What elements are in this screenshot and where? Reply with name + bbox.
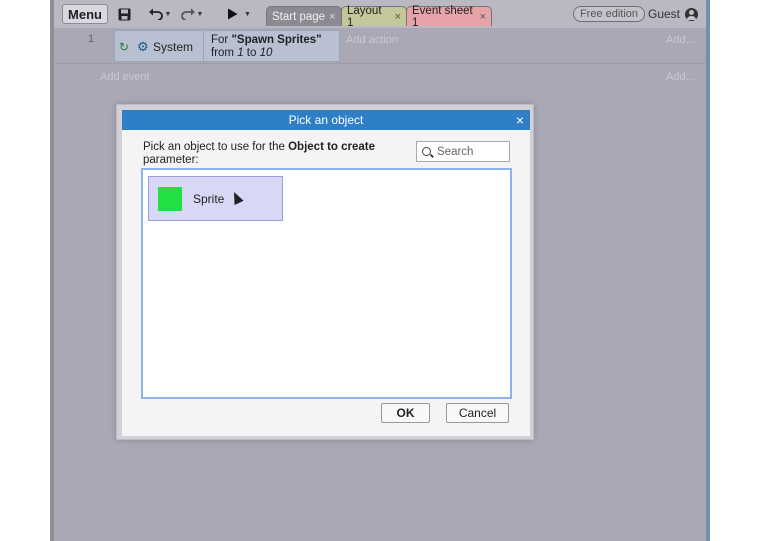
play-icon <box>228 8 238 20</box>
condition-text: For "Spawn Sprites" from 1 to 10 <box>211 34 322 60</box>
condition-to: 10 <box>259 47 273 59</box>
play-button[interactable]: ▼ <box>224 4 254 24</box>
pick-object-dialog: Pick an object × Pick an object to use f… <box>116 104 534 440</box>
event-number: 1 <box>88 33 95 45</box>
event-condition[interactable]: ↻ ⚙ System For "Spawn Sprites" from 1 to… <box>114 30 340 62</box>
dialog-title: Pick an object <box>288 113 364 127</box>
close-icon[interactable]: × <box>516 112 524 128</box>
user-label: Guest <box>648 7 681 21</box>
toolbar: Menu ▼ ▼ ▼ Start page × Layout 1 × Event… <box>54 0 706 29</box>
tab-label: Start page <box>272 10 326 23</box>
user-account[interactable]: Guest <box>648 6 699 22</box>
object-list[interactable]: Sprite <box>141 168 512 399</box>
user-icon <box>685 7 699 21</box>
tab-start-page[interactable]: Start page × <box>266 6 342 26</box>
search-icon <box>422 147 431 156</box>
search-input[interactable] <box>437 145 507 158</box>
condition-prefix: For <box>211 34 232 46</box>
tab-close-icon[interactable]: × <box>329 11 335 23</box>
search-box[interactable] <box>416 141 510 162</box>
save-icon[interactable] <box>116 4 132 24</box>
add-action-link[interactable]: Add action <box>346 34 398 46</box>
dialog-body: Pick an object to use for the Object to … <box>122 130 530 436</box>
cancel-button[interactable]: Cancel <box>446 403 509 423</box>
event-divider <box>54 63 706 64</box>
sprite-thumbnail <box>158 186 182 211</box>
condition-object: System <box>153 40 194 54</box>
menu-button[interactable]: Menu <box>62 4 108 24</box>
condition-name: "Spawn Sprites" <box>231 34 322 46</box>
right-edge <box>706 0 710 541</box>
prompt-prefix: Pick an object to use for the <box>143 141 289 153</box>
tab-event-sheet-1[interactable]: Event sheet 1 × <box>406 4 492 29</box>
prompt-parameter: Object to create <box>288 141 376 153</box>
dialog-title-bar: Pick an object × <box>122 110 530 130</box>
condition-divider <box>203 31 204 61</box>
undo-caret-icon: ▼ <box>164 10 172 18</box>
condition-from-prefix: from <box>211 47 238 59</box>
object-item-sprite[interactable]: Sprite <box>148 176 283 221</box>
tab-label: Event sheet 1 <box>412 4 473 29</box>
prompt-suffix: parameter: <box>143 154 199 166</box>
redo-icon <box>180 8 195 20</box>
floppy-disk-icon <box>118 8 130 20</box>
edition-badge[interactable]: Free edition <box>573 6 645 22</box>
undo-icon <box>148 8 163 20</box>
tab-close-icon[interactable]: × <box>480 11 486 23</box>
tab-close-icon[interactable]: × <box>395 11 401 23</box>
condition-to-word: to <box>243 47 260 59</box>
play-caret-icon: ▼ <box>244 10 251 18</box>
tab-layout-1[interactable]: Layout 1 × <box>341 4 407 29</box>
redo-button[interactable]: ▼ <box>178 4 206 24</box>
add-more-link[interactable]: Add... <box>666 71 695 83</box>
add-more-link[interactable]: Add... <box>666 34 695 46</box>
add-event-link[interactable]: Add event <box>100 71 150 83</box>
tab-label: Layout 1 <box>347 4 382 29</box>
ok-button[interactable]: OK <box>381 403 430 423</box>
undo-button[interactable]: ▼ <box>146 4 174 24</box>
object-name: Sprite <box>193 191 225 206</box>
dialog-prompt: Pick an object to use for the Object to … <box>143 141 393 167</box>
redo-caret-icon: ▼ <box>196 10 204 18</box>
gear-icon: ⚙ <box>137 39 149 54</box>
loop-icon: ↻ <box>119 40 130 54</box>
